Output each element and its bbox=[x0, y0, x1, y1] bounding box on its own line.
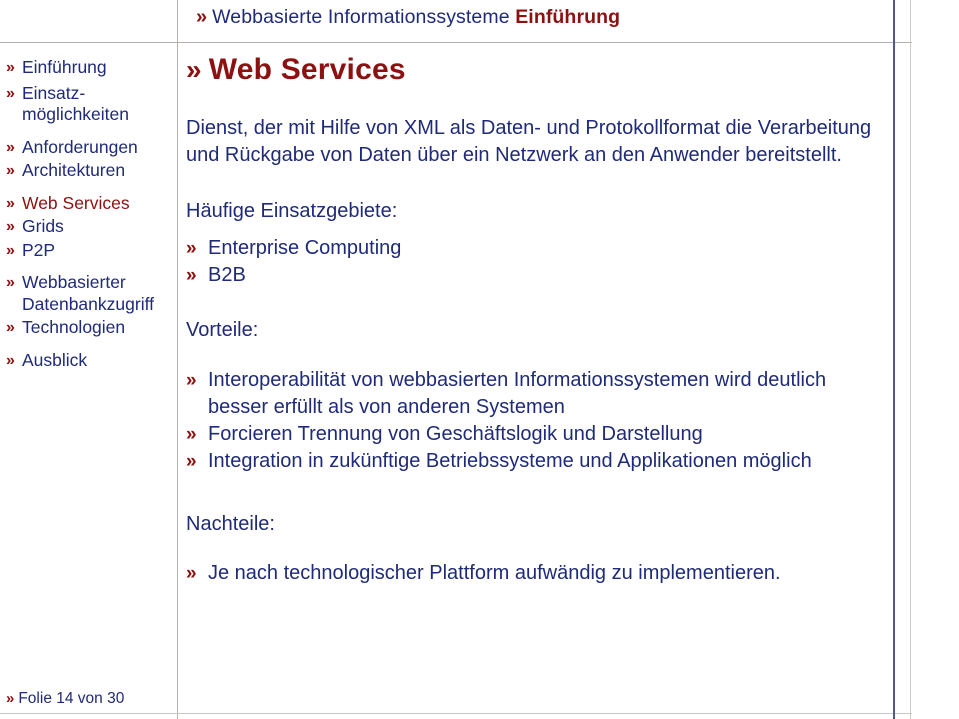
slide-content: » Web Services Dienst, der mit Hilfe von … bbox=[186, 52, 886, 587]
right-accent-rule bbox=[893, 0, 895, 719]
right-edge-rule bbox=[910, 0, 911, 719]
chevron-icon: » bbox=[186, 451, 197, 472]
benefits-list: » Interoperabilität von webbasierten Inf… bbox=[186, 367, 886, 475]
sidebar-nav: » Einführung » Einsatz- möglichkeiten » … bbox=[0, 57, 177, 657]
list-item-text: Forcieren Trennung von Geschäftslogik un… bbox=[208, 423, 703, 445]
header-course-title: Webbasierte Informationssysteme bbox=[212, 6, 510, 28]
chevron-icon: » bbox=[186, 265, 197, 286]
sidebar-item-technologien[interactable]: » Technologien bbox=[0, 317, 177, 339]
sidebar-item-label: Web Services bbox=[22, 192, 130, 213]
chevron-icon: » bbox=[6, 84, 15, 102]
footer-divider bbox=[0, 713, 912, 714]
header-divider bbox=[0, 42, 912, 43]
sidebar-item-label: Einsatz- bbox=[22, 82, 86, 103]
list-item: » B2B bbox=[186, 262, 886, 289]
definition-paragraph: Dienst, der mit Hilfe von XML als Daten-… bbox=[186, 117, 872, 166]
chevron-icon: » bbox=[6, 690, 15, 707]
sidebar-item-label: Webbasierter bbox=[22, 272, 126, 292]
sidebar-item-einsatzmoeglichkeiten[interactable]: » Einsatz- möglichkeiten bbox=[0, 83, 177, 126]
chevron-icon: » bbox=[6, 218, 15, 235]
benefits-heading: Vorteile: bbox=[186, 319, 259, 341]
list-item-text: Enterprise Computing bbox=[208, 237, 402, 259]
chevron-icon: » bbox=[6, 194, 15, 212]
chevron-icon: » bbox=[6, 319, 15, 336]
sidebar-item-label: Ausblick bbox=[22, 349, 88, 370]
sidebar-item-grids[interactable]: » Grids bbox=[0, 216, 177, 238]
list-item-text: Je nach technologischer Plattform aufwän… bbox=[208, 562, 781, 584]
sidebar-item-einfuehrung[interactable]: » Einführung bbox=[0, 57, 177, 79]
drawbacks-list: » Je nach technologischer Plattform aufw… bbox=[186, 560, 886, 587]
list-item: » Interoperabilität von webbasierten Inf… bbox=[186, 367, 886, 421]
sidebar-item-label: P2P bbox=[22, 239, 56, 260]
sidebar-item-label: Grids bbox=[22, 216, 64, 236]
slide-number-text: Folie 14 von 30 bbox=[18, 690, 125, 707]
usecases-list: » Enterprise Computing » B2B bbox=[186, 235, 886, 289]
sidebar-item-anforderungen[interactable]: » Anforderungen bbox=[0, 137, 177, 159]
header-section-title: Einführung bbox=[509, 6, 621, 28]
drawbacks-heading: Nachteile: bbox=[186, 513, 275, 535]
chevron-icon: » bbox=[6, 162, 15, 179]
list-item-text: Interoperabilität von webbasierten Infor… bbox=[208, 369, 827, 418]
sidebar-item-web-services[interactable]: » Web Services bbox=[0, 193, 177, 215]
sidebar-item-ausblick[interactable]: » Ausblick bbox=[0, 350, 177, 372]
list-item: » Enterprise Computing bbox=[186, 235, 886, 262]
page-title: » Web Services bbox=[186, 52, 886, 88]
sidebar-divider bbox=[177, 0, 178, 719]
chevron-icon: » bbox=[186, 370, 197, 391]
chevron-icon: » bbox=[6, 59, 15, 76]
sidebar-item-label: Technologien bbox=[22, 317, 126, 337]
sidebar-item-label: Architekturen bbox=[22, 160, 126, 180]
chevron-icon: » bbox=[186, 563, 197, 584]
chevron-icon: » bbox=[6, 138, 15, 156]
slide-number-footer: » Folie 14 von 30 bbox=[6, 690, 124, 708]
list-item: » Je nach technologischer Plattform aufw… bbox=[186, 560, 886, 587]
sidebar-item-architekturen[interactable]: » Architekturen bbox=[0, 160, 177, 182]
chevron-icon: » bbox=[186, 54, 202, 85]
slide-canvas: » Webbasierte Informationssysteme Einführ… bbox=[0, 0, 959, 719]
usecases-heading: Häufige Einsatzgebiete: bbox=[186, 200, 398, 222]
chevron-icon: » bbox=[196, 6, 208, 28]
chevron-icon: » bbox=[6, 241, 15, 259]
sidebar-item-label: Einführung bbox=[22, 57, 107, 77]
list-item: » Forcieren Trennung von Geschäftslogik … bbox=[186, 421, 886, 448]
list-item-text: Integration in zukünftige Betriebssystem… bbox=[208, 450, 812, 472]
chevron-icon: » bbox=[6, 274, 15, 291]
slide-header: » Webbasierte Informationssysteme Einführ… bbox=[196, 6, 886, 29]
sidebar-item-label-line2: Datenbankzugriff bbox=[22, 293, 154, 314]
sidebar-item-p2p[interactable]: » P2P bbox=[0, 240, 177, 262]
sidebar-item-label-line2: möglichkeiten bbox=[22, 104, 129, 124]
chevron-icon: » bbox=[186, 424, 197, 445]
chevron-icon: » bbox=[186, 238, 197, 259]
sidebar-item-label: Anforderungen bbox=[22, 136, 138, 157]
list-item-text: B2B bbox=[208, 264, 246, 286]
chevron-icon: » bbox=[6, 351, 15, 369]
page-title-text: Web Services bbox=[208, 53, 406, 86]
sidebar-item-webbasierter-datenbankzugriff[interactable]: » Webbasierter Datenbankzugriff bbox=[0, 272, 177, 315]
list-item: » Integration in zukünftige Betriebssyst… bbox=[186, 448, 886, 475]
